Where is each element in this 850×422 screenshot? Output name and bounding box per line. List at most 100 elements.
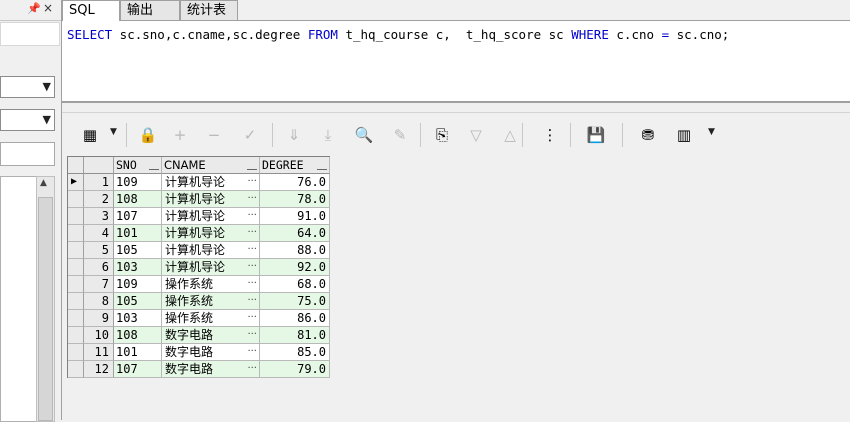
row-number[interactable]: 6 — [84, 259, 114, 276]
row-number[interactable]: 4 — [84, 225, 114, 242]
row-indicator[interactable] — [68, 225, 84, 242]
ellipsis-icon[interactable]: ··· — [247, 310, 257, 326]
cell-sno[interactable]: 105 — [114, 293, 162, 310]
row-indicator[interactable] — [68, 344, 84, 361]
object-list[interactable] — [0, 176, 38, 422]
chevron-down-icon[interactable]: ▼ — [43, 113, 51, 126]
table-row[interactable]: 4 101 计算机导论 ··· 64.0 — [68, 225, 330, 242]
cell-degree[interactable]: 81.0 — [260, 327, 330, 344]
find-icon[interactable]: 🔍 — [354, 125, 374, 145]
cell-cname[interactable]: 操作系统 ··· — [162, 293, 260, 310]
cell-sno[interactable]: 105 — [114, 242, 162, 259]
row-number[interactable]: 12 — [84, 361, 114, 378]
row-indicator[interactable] — [68, 310, 84, 327]
ellipsis-icon[interactable]: ··· — [247, 242, 257, 258]
grid-view-icon[interactable]: ▦ — [80, 125, 100, 145]
cell-degree[interactable]: 76.0 — [260, 174, 330, 191]
post-changes-icon[interactable]: ✓ — [240, 125, 260, 145]
column-header-degree[interactable]: DEGREE — [260, 157, 330, 174]
filter-input[interactable] — [0, 142, 55, 166]
column-menu-icon[interactable] — [317, 160, 327, 170]
row-indicator[interactable] — [68, 327, 84, 344]
row-number[interactable]: 1 — [84, 174, 114, 191]
cell-degree[interactable]: 79.0 — [260, 361, 330, 378]
cell-cname[interactable]: 操作系统 ··· — [162, 276, 260, 293]
close-icon[interactable]: × — [43, 1, 53, 15]
cell-cname[interactable]: 计算机导论 ··· — [162, 191, 260, 208]
cell-degree[interactable]: 91.0 — [260, 208, 330, 225]
cell-degree[interactable]: 85.0 — [260, 344, 330, 361]
row-number[interactable]: 5 — [84, 242, 114, 259]
row-indicator[interactable] — [68, 276, 84, 293]
table-row[interactable]: 7 109 操作系统 ··· 68.0 — [68, 276, 330, 293]
clear-icon[interactable]: ✎ — [390, 125, 410, 145]
ellipsis-icon[interactable]: ··· — [247, 191, 257, 207]
ellipsis-icon[interactable]: ··· — [247, 276, 257, 292]
fetch-last-icon[interactable]: ⤓ — [318, 125, 338, 145]
cell-degree[interactable]: 64.0 — [260, 225, 330, 242]
row-indicator[interactable] — [68, 208, 84, 225]
row-indicator[interactable] — [68, 361, 84, 378]
ellipsis-icon[interactable]: ··· — [247, 208, 257, 224]
table-row[interactable]: 3 107 计算机导论 ··· 91.0 — [68, 208, 330, 225]
scroll-up-icon[interactable]: ▲ — [40, 178, 47, 188]
tab-sql[interactable]: SQL — [62, 0, 120, 21]
cell-cname[interactable]: 计算机导论 ··· — [162, 174, 260, 191]
row-number[interactable]: 10 — [84, 327, 114, 344]
cell-cname[interactable]: 计算机导论 ··· — [162, 208, 260, 225]
cell-degree[interactable]: 86.0 — [260, 310, 330, 327]
sort-up-icon[interactable]: △ — [500, 125, 520, 145]
cell-degree[interactable]: 75.0 — [260, 293, 330, 310]
ellipsis-icon[interactable]: ··· — [247, 174, 257, 190]
tab-output[interactable]: 输出 — [120, 0, 180, 20]
tree-view-icon[interactable]: ⋮ — [540, 125, 560, 145]
cell-sno[interactable]: 103 — [114, 310, 162, 327]
cell-sno[interactable]: 101 — [114, 225, 162, 242]
ellipsis-icon[interactable]: ··· — [247, 327, 257, 343]
column-header-cname[interactable]: CNAME — [162, 157, 260, 174]
row-number[interactable]: 3 — [84, 208, 114, 225]
cell-sno[interactable]: 107 — [114, 361, 162, 378]
row-indicator[interactable] — [68, 259, 84, 276]
chevron-down-icon[interactable]: ▼ — [43, 80, 51, 93]
cell-degree[interactable]: 92.0 — [260, 259, 330, 276]
cell-sno[interactable]: 109 — [114, 276, 162, 293]
query-by-example-icon[interactable]: ⎘ — [432, 125, 452, 145]
cell-cname[interactable]: 数字电路 ··· — [162, 327, 260, 344]
cell-sno[interactable]: 107 — [114, 208, 162, 225]
cell-cname[interactable]: 操作系统 ··· — [162, 310, 260, 327]
column-menu-icon[interactable] — [149, 160, 159, 170]
cell-cname[interactable]: 计算机导论 ··· — [162, 259, 260, 276]
cell-degree[interactable]: 68.0 — [260, 276, 330, 293]
cell-cname[interactable]: 计算机导论 ··· — [162, 242, 260, 259]
table-row[interactable]: 8 105 操作系统 ··· 75.0 — [68, 293, 330, 310]
ellipsis-icon[interactable]: ··· — [247, 361, 257, 377]
table-row[interactable]: 5 105 计算机导论 ··· 88.0 — [68, 242, 330, 259]
cell-cname[interactable]: 数字电路 ··· — [162, 361, 260, 378]
table-row[interactable]: 11 101 数字电路 ··· 85.0 — [68, 344, 330, 361]
table-row[interactable]: 2 108 计算机导论 ··· 78.0 — [68, 191, 330, 208]
grid-view-dropdown-icon[interactable]: ▼ — [110, 127, 117, 137]
cell-cname[interactable]: 数字电路 ··· — [162, 344, 260, 361]
ellipsis-icon[interactable]: ··· — [247, 344, 257, 360]
cell-degree[interactable]: 88.0 — [260, 242, 330, 259]
fetch-next-icon[interactable]: ⇓ — [284, 125, 304, 145]
lock-icon[interactable]: 🔒 — [138, 125, 158, 145]
object-list-scrollbar[interactable]: ▲ — [36, 176, 55, 422]
table-row[interactable]: ▶ 1 109 计算机导论 ··· 76.0 — [68, 174, 330, 191]
tab-statistics[interactable]: 统计表 — [180, 0, 238, 20]
chart-icon[interactable]: ▥ — [674, 125, 694, 145]
column-menu-icon[interactable] — [247, 160, 257, 170]
table-row[interactable]: 6 103 计算机导论 ··· 92.0 — [68, 259, 330, 276]
pin-icon[interactable]: 📌 — [27, 2, 41, 15]
row-indicator[interactable] — [68, 191, 84, 208]
row-number[interactable]: 9 — [84, 310, 114, 327]
cell-cname[interactable]: 计算机导论 ··· — [162, 225, 260, 242]
ellipsis-icon[interactable]: ··· — [247, 259, 257, 275]
row-indicator[interactable] — [68, 293, 84, 310]
table-row[interactable]: 12 107 数字电路 ··· 79.0 — [68, 361, 330, 378]
row-number[interactable]: 11 — [84, 344, 114, 361]
owner-select[interactable]: ▼ — [0, 109, 55, 131]
object-type-select[interactable]: ▼ — [0, 76, 55, 98]
table-row[interactable]: 10 108 数字电路 ··· 81.0 — [68, 327, 330, 344]
